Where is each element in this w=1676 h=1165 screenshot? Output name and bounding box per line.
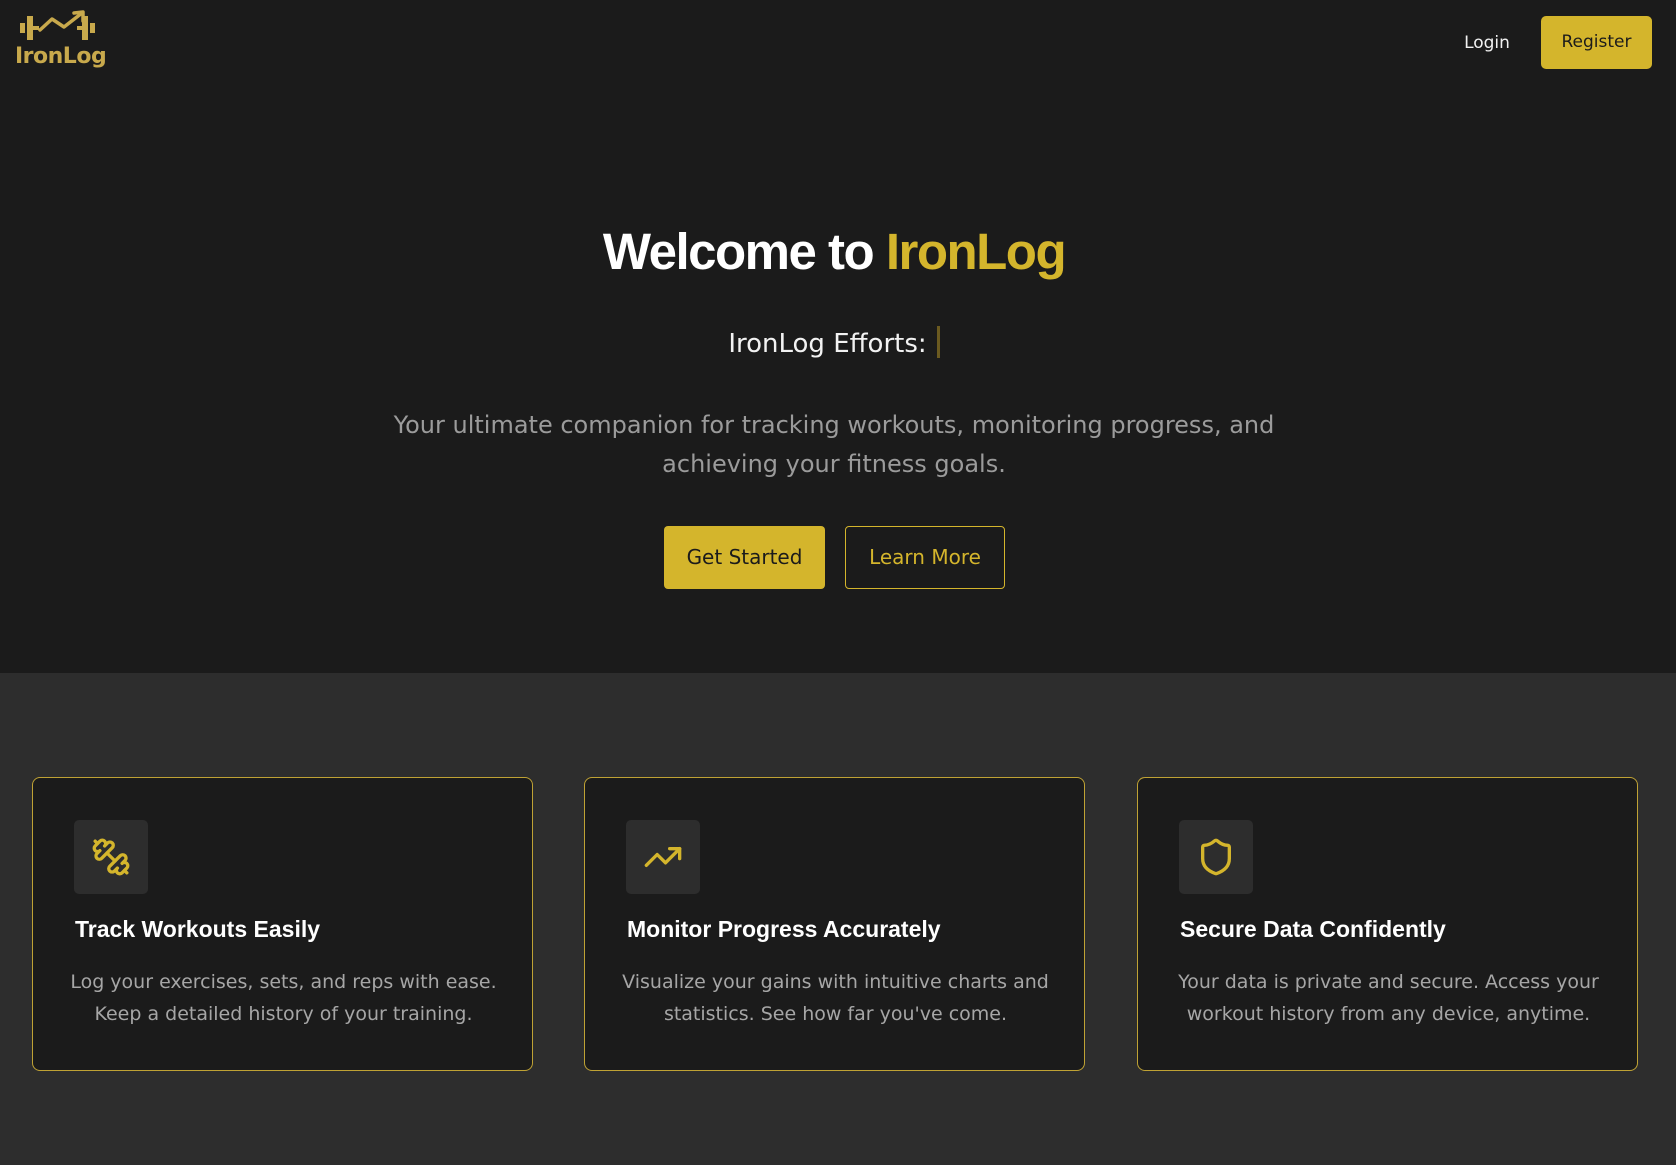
- dumbbell-icon: [92, 838, 130, 876]
- hero-description: Your ultimate companion for tracking wor…: [393, 411, 1275, 478]
- feature-card-track-workouts: Track Workouts Easily Log your exercises…: [32, 777, 533, 1071]
- feature-title: Track Workouts Easily: [75, 916, 321, 942]
- barbell-trend-icon: [20, 10, 95, 40]
- hero-title-highlight: IronLog: [885, 223, 1067, 280]
- navbar: IronLog Login Register: [0, 0, 1676, 86]
- feature-text: Log your exercises, sets, and reps with …: [70, 971, 497, 1025]
- feature-title: Secure Data Confidently: [1180, 916, 1446, 942]
- feature-icon-box: [626, 820, 700, 894]
- feature-title: Monitor Progress Accurately: [627, 916, 941, 942]
- learn-more-button[interactable]: Learn More: [845, 526, 1005, 589]
- feature-card-monitor-progress: Monitor Progress Accurately Visualize yo…: [584, 777, 1085, 1071]
- brand-logo[interactable]: IronLog: [14, 10, 107, 76]
- hero-title: Welcome to IronLog: [0, 222, 1668, 281]
- feature-icon-box: [1179, 820, 1253, 894]
- efforts-label: IronLog Efforts:: [728, 329, 927, 359]
- hero-title-prefix: Welcome to: [602, 223, 886, 280]
- efforts-typewriter: IronLog Efforts:: [0, 326, 1668, 359]
- shield-icon: [1201, 838, 1231, 876]
- typing-cursor: [936, 326, 940, 358]
- feature-text: Visualize your gains with intuitive char…: [622, 971, 1049, 1025]
- trending-up-icon: [644, 847, 682, 867]
- brand-name: IronLog: [15, 44, 107, 69]
- login-button[interactable]: Login: [1440, 20, 1534, 66]
- feature-text: Your data is private and secure. Access …: [1178, 971, 1599, 1025]
- feature-card-secure-data: Secure Data Confidently Your data is pri…: [1137, 777, 1638, 1071]
- feature-icon-box: [74, 820, 148, 894]
- hero-section: IronLog Login Register Welcome to IronLo…: [0, 0, 1676, 673]
- get-started-button[interactable]: Get Started: [664, 526, 825, 589]
- register-button[interactable]: Register: [1541, 16, 1652, 69]
